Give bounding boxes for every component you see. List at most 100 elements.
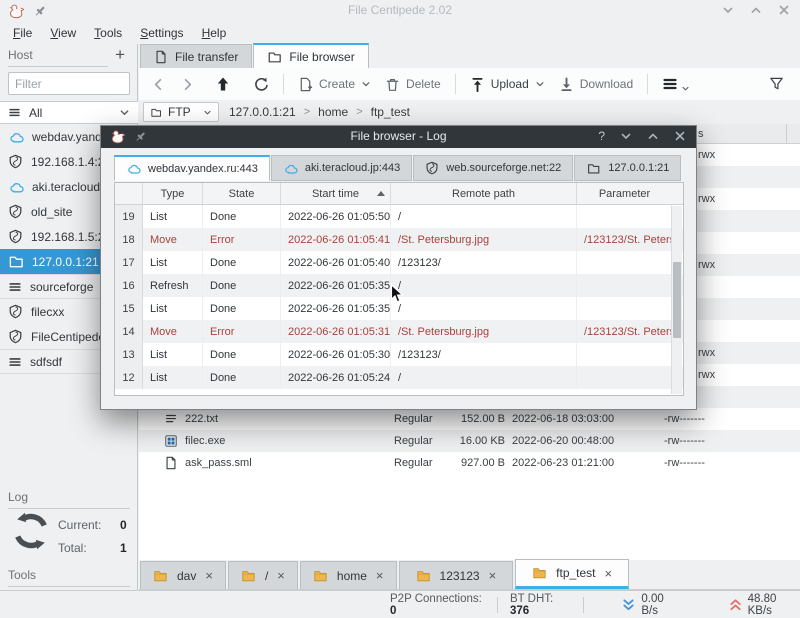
close-tab-icon[interactable]: ×: [205, 568, 213, 583]
log-row-12[interactable]: 12 List Done 2022-06-26 01:05:24/: [115, 366, 683, 389]
list-icon: [9, 108, 20, 117]
breadcrumb-ftp-test[interactable]: ftp_test: [371, 105, 410, 119]
host-section-header: Host: [8, 48, 108, 67]
breadcrumb-separator: >: [356, 106, 363, 118]
folder-icon: [416, 570, 430, 581]
host-view-value: All: [29, 105, 43, 120]
cloud-icon: [285, 164, 298, 174]
col-start-time[interactable]: Start time: [281, 183, 391, 204]
menu-view[interactable]: View: [41, 24, 85, 42]
log-table-scrollbar[interactable]: [671, 206, 682, 394]
cloud-icon: [128, 164, 141, 174]
dialog-help-button[interactable]: ?: [598, 129, 605, 143]
new-file-icon: [300, 77, 313, 91]
protocol-selector[interactable]: FTP: [143, 102, 219, 122]
shield-icon: [9, 154, 22, 169]
folder-icon: [242, 570, 255, 581]
upload-button[interactable]: Upload: [470, 77, 545, 92]
path-tab-dav[interactable]: dav ×: [140, 561, 226, 589]
log-row-14[interactable]: 14 Move Error 2022-06-26 01:05:31/St. Peter…: [115, 320, 683, 343]
host-view-selector[interactable]: All: [0, 101, 138, 124]
chevron-down-icon: [362, 82, 370, 87]
download-speed-icon: [623, 598, 634, 610]
maximize-icon[interactable]: [750, 5, 762, 15]
tab-file-transfer[interactable]: File transfer: [140, 44, 253, 68]
close-icon[interactable]: [778, 4, 790, 16]
file-row-ask-pass-sml[interactable]: ask_pass.sml Regular 927.00 B 2022-06-23…: [139, 452, 800, 474]
delete-button[interactable]: Delete: [385, 77, 441, 92]
filter-input[interactable]: [8, 72, 130, 95]
filter-funnel-button[interactable]: [769, 76, 784, 91]
menu-settings[interactable]: Settings: [131, 24, 192, 42]
path-tab-123123[interactable]: 123123 ×: [398, 561, 514, 589]
menu-help[interactable]: Help: [193, 24, 236, 42]
close-tab-icon[interactable]: ×: [376, 568, 384, 583]
toolbar-divider: [283, 74, 284, 94]
breadcrumb-home[interactable]: home: [318, 105, 348, 119]
refresh-button[interactable]: [253, 76, 269, 92]
file-icon: [156, 50, 166, 63]
log-tab-teracloud[interactable]: aki.teracloud.jp:443: [270, 155, 413, 181]
chevron-down-icon: [682, 86, 689, 90]
tab-file-browser[interactable]: File browser: [253, 43, 369, 68]
file-row-222-txt[interactable]: 222.txt Regular 152.00 B 2022-06-18 03:0…: [139, 408, 800, 430]
back-button[interactable]: [151, 77, 166, 92]
shield-icon: [9, 304, 22, 319]
log-tab-sourceforge[interactable]: web.sourceforge.net:22: [413, 155, 574, 181]
scrollbar-thumb[interactable]: [673, 262, 681, 338]
dialog-minimize-icon[interactable]: [620, 131, 632, 141]
cloud-icon: [10, 182, 24, 192]
col-rownum[interactable]: [115, 183, 143, 204]
log-row-13[interactable]: 13 List Done 2022-06-26 01:05:30/123123/: [115, 343, 683, 366]
status-bar: P2P Connections: 0 BT DHT: 376 0.00 B/s …: [0, 590, 800, 618]
file-icon: [166, 456, 176, 470]
log-row-17[interactable]: 17 List Done 2022-06-26 01:05:40/123123/: [115, 251, 683, 274]
close-tab-icon[interactable]: ×: [277, 568, 285, 583]
col-remote-path[interactable]: Remote path: [391, 183, 577, 204]
path-tab-strip: dav × / × home × 123123 × ftp_test ×: [139, 559, 800, 590]
path-tab-home[interactable]: home ×: [299, 561, 397, 589]
menu-bar: File View Tools Settings Help: [0, 22, 800, 44]
text-file-icon: [166, 414, 176, 423]
log-current: Current: 0: [58, 518, 127, 532]
file-row-filec-exe[interactable]: filec.exe Regular 16.00 KB 2022-06-20 00…: [139, 430, 800, 452]
add-host-button[interactable]: +: [115, 46, 125, 64]
executable-icon: [165, 435, 177, 447]
menu-file[interactable]: File: [4, 24, 41, 42]
up-directory-button[interactable]: [215, 76, 231, 92]
log-dialog: File browser - Log ? webdav.yandex.ru:44…: [100, 125, 697, 410]
dialog-titlebar[interactable]: File browser - Log ?: [101, 126, 696, 148]
bt-dht: BT DHT: 376: [509, 592, 554, 617]
upload-speed-icon: [730, 598, 741, 610]
breadcrumb-separator: >: [303, 106, 311, 118]
menu-button[interactable]: [662, 76, 690, 92]
col-type[interactable]: Type: [143, 183, 203, 204]
log-row-19[interactable]: 19 List Done 2022-06-26 01:05:50/: [115, 205, 683, 228]
hamburger-icon: [663, 78, 677, 90]
log-tab-webdav[interactable]: webdav.yandex.ru:443: [114, 155, 270, 181]
path-tab-ftp-test[interactable]: ftp_test ×: [515, 559, 630, 589]
path-tab-root[interactable]: / ×: [227, 561, 298, 589]
minimize-icon[interactable]: [722, 5, 734, 15]
download-button[interactable]: Download: [559, 76, 633, 92]
browser-toolbar: Create Delete Upload Download: [139, 68, 800, 100]
close-tab-icon[interactable]: ×: [489, 568, 497, 583]
dialog-close-icon[interactable]: [674, 130, 686, 142]
create-button[interactable]: Create: [298, 77, 371, 92]
log-tab-127-0-0-1[interactable]: 127.0.0.1:21: [574, 155, 682, 181]
folder-icon: [314, 570, 327, 581]
app-window: File Centipede 2.02 File View Tools Sett…: [0, 0, 800, 618]
breadcrumb-host[interactable]: 127.0.0.1:21: [229, 105, 296, 119]
window-title: File Centipede 2.02: [347, 3, 453, 17]
col-state[interactable]: State: [203, 183, 281, 204]
folder-icon: [533, 568, 546, 579]
folder-icon: [588, 163, 600, 174]
col-parameter[interactable]: Parameter: [577, 183, 672, 204]
dialog-maximize-icon[interactable]: [647, 131, 659, 141]
close-tab-icon[interactable]: ×: [605, 566, 613, 581]
toolbar-divider: [647, 74, 649, 94]
forward-button[interactable]: [180, 77, 195, 92]
log-row-18[interactable]: 18 Move Error 2022-06-26 01:05:41/St. Peter…: [115, 228, 683, 251]
log-total: Total: 1: [58, 541, 127, 555]
menu-tools[interactable]: Tools: [85, 24, 131, 42]
